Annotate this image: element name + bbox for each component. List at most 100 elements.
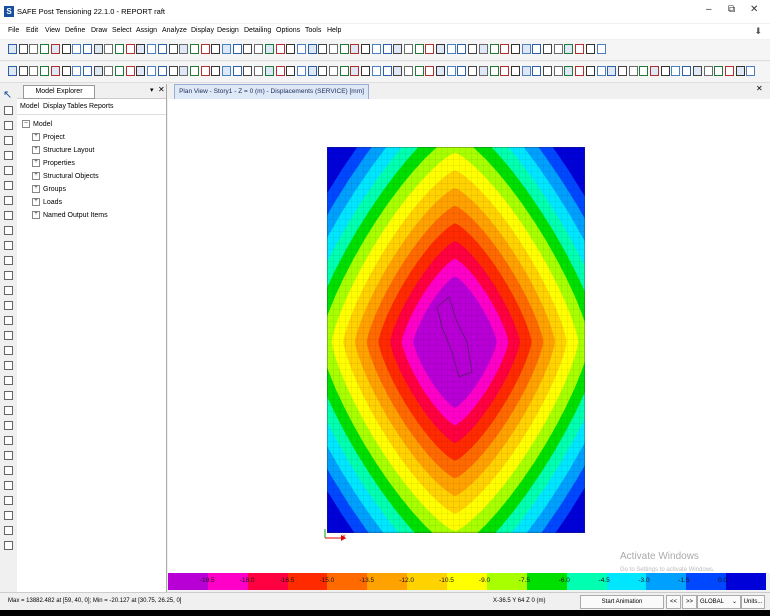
menu-define[interactable]: Define [65, 27, 85, 34]
menu-detailing[interactable]: Detailing [244, 27, 271, 34]
toolbar-tool-icon[interactable] [735, 66, 745, 76]
toolbar-tool-icon[interactable] [489, 44, 499, 54]
toolbar-tool-icon[interactable] [254, 66, 264, 76]
expand-icon[interactable]: + [32, 211, 40, 219]
toolbar-tool-icon[interactable] [393, 66, 403, 76]
toolbar-tool-icon[interactable] [521, 66, 531, 76]
menu-select[interactable]: Select [112, 27, 131, 34]
toolbar-tool-icon[interactable] [639, 66, 649, 76]
toolbar-tool-icon[interactable] [468, 66, 478, 76]
draw-tool-icon[interactable] [4, 376, 13, 385]
draw-tool-icon[interactable] [4, 436, 13, 445]
toolbar-tool-icon[interactable] [307, 66, 317, 76]
draw-tool-icon[interactable] [4, 286, 13, 295]
toolbar-tool-icon[interactable] [414, 44, 424, 54]
expand-icon[interactable]: + [32, 198, 40, 206]
menu-analyze[interactable]: Analyze [162, 27, 187, 34]
draw-tool-icon[interactable] [4, 406, 13, 415]
toolbar-tool-icon[interactable] [275, 66, 285, 76]
tree-item-properties[interactable]: + Properties [32, 159, 75, 167]
toolbar-tool-icon[interactable] [361, 66, 371, 76]
explorer-close-icon[interactable]: ✕ [158, 85, 165, 94]
toolbar-tool-icon[interactable] [553, 66, 563, 76]
toolbar-tool-icon[interactable] [446, 66, 456, 76]
toolbar-tool-icon[interactable] [553, 44, 563, 54]
toolbar-tool-icon[interactable] [115, 66, 124, 76]
toolbar-tool-icon[interactable] [136, 44, 146, 54]
toolbar-tool-icon[interactable] [521, 44, 531, 54]
plan-view-canvas[interactable]: X Activate Windows Go to Settings to act… [168, 99, 770, 573]
toolbar-tool-icon[interactable] [510, 44, 520, 54]
draw-tool-icon[interactable] [4, 121, 13, 130]
toolbar-tool-icon[interactable] [211, 66, 221, 76]
toolbar-tool-icon[interactable] [125, 66, 135, 76]
tree-item-named-output-items[interactable]: + Named Output Items [32, 211, 108, 219]
toolbar-tool-icon[interactable] [746, 66, 756, 76]
toolbar-tool-icon[interactable] [8, 66, 17, 76]
tree-item-loads[interactable]: + Loads [32, 198, 62, 206]
draw-tool-icon[interactable] [4, 346, 13, 355]
toolbar-tool-icon[interactable] [703, 66, 713, 76]
plan-view-tab[interactable]: Plan View - Story1 - Z = 0 (m) - Displac… [174, 84, 369, 100]
tab-reports[interactable]: Reports [89, 103, 114, 110]
toolbar-tool-icon[interactable] [339, 44, 349, 54]
toolbar-tool-icon[interactable] [179, 44, 189, 54]
menu-options[interactable]: Options [276, 27, 300, 34]
toolbar-tool-icon[interactable] [329, 66, 338, 76]
collapse-icon[interactable]: – [22, 120, 30, 128]
toolbar-tool-icon[interactable] [157, 44, 167, 54]
draw-tool-icon[interactable] [4, 181, 13, 190]
toolbar-tool-icon[interactable] [307, 44, 317, 54]
draw-tool-icon[interactable] [4, 421, 13, 430]
toolbar-tool-icon[interactable] [425, 66, 435, 76]
tab-tables[interactable]: Tables [67, 103, 87, 110]
toolbar-tool-icon[interactable] [168, 66, 178, 76]
menu-draw[interactable]: Draw [91, 27, 107, 34]
toolbar-tool-icon[interactable] [403, 44, 413, 54]
toolbar-tool-icon[interactable] [72, 44, 82, 54]
tree-item-model[interactable]: – Model [22, 120, 52, 128]
draw-tool-icon[interactable] [4, 241, 13, 250]
draw-tool-icon[interactable] [4, 481, 13, 490]
menu-file[interactable]: File [8, 27, 19, 34]
toolbar-tool-icon[interactable] [489, 66, 499, 76]
toolbar-tool-icon[interactable] [115, 44, 124, 54]
toolbar-tool-icon[interactable] [222, 66, 231, 76]
toolbar-tool-icon[interactable] [104, 66, 114, 76]
expand-icon[interactable]: + [32, 146, 40, 154]
toolbar-tool-icon[interactable] [446, 44, 456, 54]
toolbar-tool-icon[interactable] [29, 66, 39, 76]
toolbar-tool-icon[interactable] [222, 44, 231, 54]
toolbar-tool-icon[interactable] [93, 66, 103, 76]
toolbar-tool-icon[interactable] [8, 44, 17, 54]
menu-edit[interactable]: Edit [26, 27, 38, 34]
toolbar-tool-icon[interactable] [286, 44, 296, 54]
draw-tool-icon[interactable] [4, 316, 13, 325]
toolbar-tool-icon[interactable] [543, 66, 552, 76]
toolbar-tool-icon[interactable] [585, 44, 595, 54]
toolbar-tool-icon[interactable] [296, 66, 306, 76]
explorer-title-tab[interactable]: Model Explorer [23, 85, 95, 99]
toolbar-tool-icon[interactable] [232, 66, 242, 76]
units-button[interactable]: Units... [741, 595, 765, 609]
toolbar-tool-icon[interactable] [72, 66, 82, 76]
draw-tool-icon[interactable] [4, 511, 13, 520]
toolbar-tool-icon[interactable] [692, 66, 702, 76]
expand-icon[interactable]: + [32, 133, 40, 141]
toolbar-tool-icon[interactable] [510, 66, 520, 76]
menu-view[interactable]: View [45, 27, 60, 34]
draw-tool-icon[interactable] [4, 361, 13, 370]
view-close-icon[interactable]: ✕ [756, 84, 763, 93]
toolbar-tool-icon[interactable] [125, 44, 135, 54]
toolbar-tool-icon[interactable] [350, 44, 360, 54]
toolbar-tool-icon[interactable] [414, 66, 424, 76]
toolbar-tool-icon[interactable] [61, 66, 71, 76]
toolbar-tool-icon[interactable] [82, 66, 92, 76]
toolbar-tool-icon[interactable] [189, 66, 199, 76]
toolbar-tool-icon[interactable] [40, 66, 50, 76]
toolbar-tool-icon[interactable] [371, 66, 381, 76]
toolbar-tool-icon[interactable] [575, 66, 585, 76]
pointer-icon[interactable]: ↖ [3, 88, 12, 101]
toolbar-tool-icon[interactable] [211, 44, 221, 54]
tab-display[interactable]: Display [43, 103, 66, 110]
